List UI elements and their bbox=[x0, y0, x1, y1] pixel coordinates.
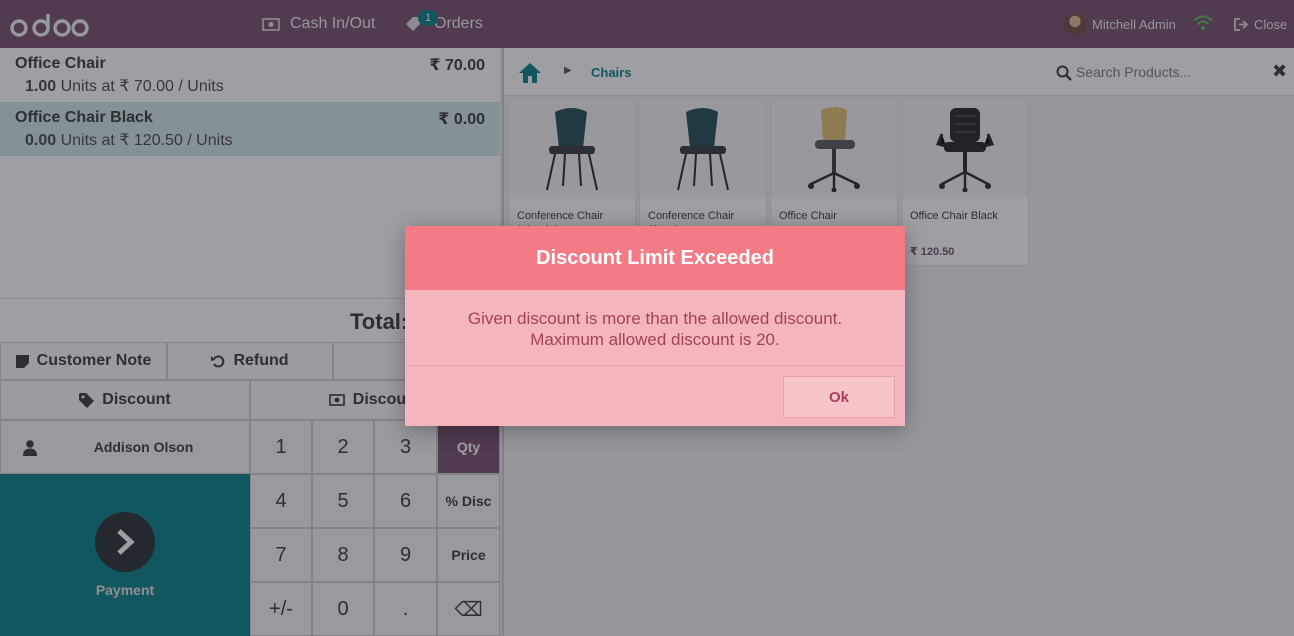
dialog-body: Given discount is more than the allowed … bbox=[405, 290, 905, 366]
dialog-footer: Ok bbox=[405, 366, 905, 426]
dialog-message-line1: Given discount is more than the allowed … bbox=[467, 309, 843, 328]
dialog-message-line2: Maximum allowed discount is 20. bbox=[530, 330, 780, 349]
dialog-title: Discount Limit Exceeded bbox=[405, 226, 905, 290]
ok-button[interactable]: Ok bbox=[783, 376, 895, 418]
error-dialog: Discount Limit Exceeded Given discount i… bbox=[405, 226, 905, 426]
